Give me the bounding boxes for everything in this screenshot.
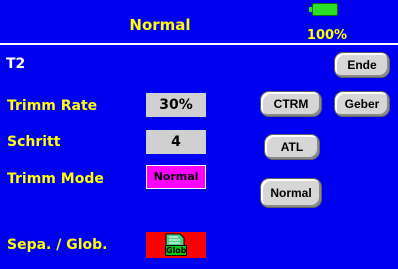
ctrm-button[interactable]: CTRM	[260, 91, 322, 117]
trim-rate-value[interactable]: 30%	[146, 93, 206, 117]
glob-label: Glob	[165, 245, 187, 256]
sepa-glob-toggle[interactable]: Glob	[146, 232, 206, 258]
sepa-glob-label: Sepa. / Glob.	[7, 237, 108, 253]
normal-button[interactable]: Normal	[260, 178, 322, 208]
screen-title: Normal	[129, 16, 191, 34]
atl-button[interactable]: ATL	[264, 134, 320, 160]
trim-rate-label: Trimm Rate	[7, 98, 98, 114]
title-bar: Normal 100%	[0, 0, 398, 45]
screen: Normal 100% T2 Ende Trimm Rate 30% CTRM …	[0, 0, 398, 269]
trim-mode-label: Trimm Mode	[7, 171, 104, 187]
geber-button[interactable]: Geber	[334, 91, 390, 117]
step-label: Schritt	[7, 134, 61, 150]
battery-icon	[309, 3, 338, 16]
battery-percent: 100%	[306, 28, 348, 43]
glob-sd-card-icon: Glob	[159, 233, 189, 257]
step-value[interactable]: 4	[146, 130, 206, 154]
model-name: T2	[6, 56, 26, 72]
ende-button[interactable]: Ende	[334, 52, 390, 78]
trim-mode-value[interactable]: Normal	[146, 165, 206, 189]
